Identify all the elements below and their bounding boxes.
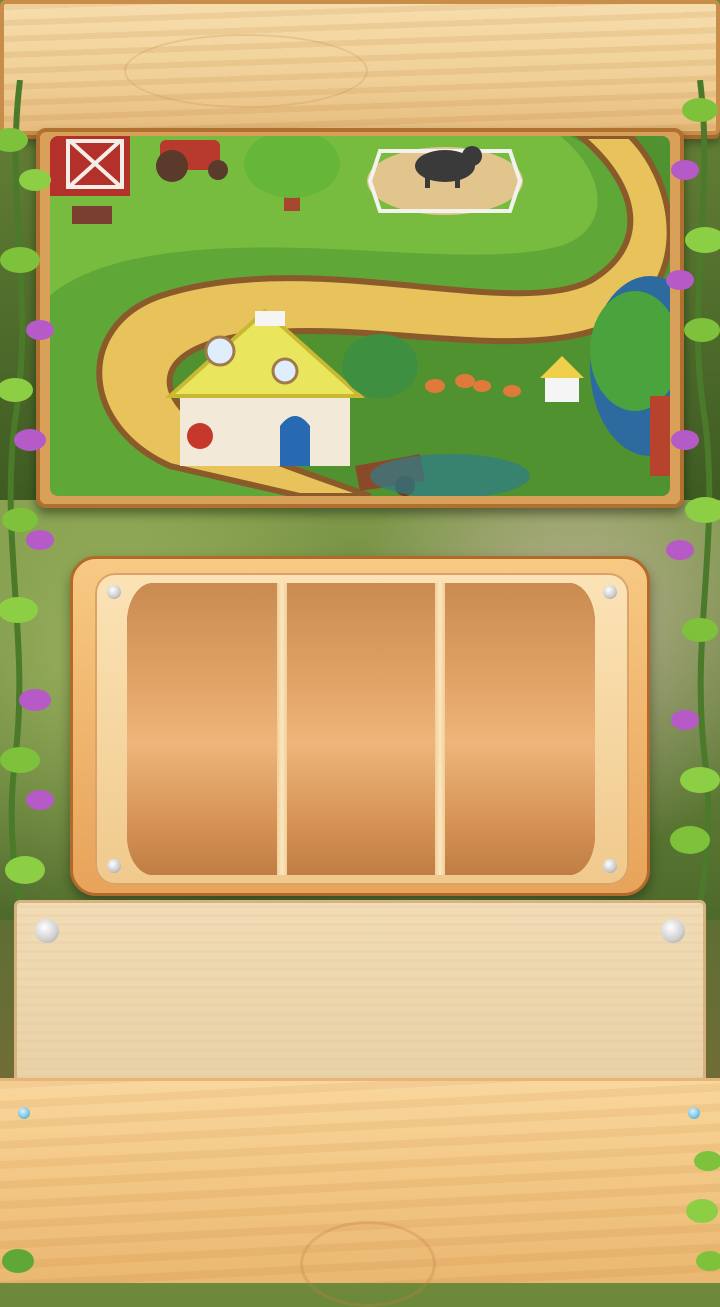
top-wood-plank <box>0 0 720 135</box>
reel-divider <box>277 583 287 875</box>
reel-divider <box>435 583 445 875</box>
left-flower-vine-icon <box>0 80 54 930</box>
bolt-icon <box>107 859 121 873</box>
reel-1[interactable] <box>127 583 277 875</box>
bolt-icon <box>107 585 121 599</box>
barn-icon <box>50 136 130 196</box>
vine-leaf-icon <box>686 1151 720 1271</box>
bolt-icon <box>18 1107 30 1119</box>
slot-machine <box>70 556 650 896</box>
vine-leaf-icon <box>2 1249 34 1273</box>
reel-3[interactable] <box>445 583 595 875</box>
right-flower-vine-icon <box>666 80 720 930</box>
reel-2[interactable] <box>287 583 435 875</box>
wood-grain <box>124 34 368 108</box>
bolt-icon <box>603 585 617 599</box>
bolt-icon <box>35 919 59 943</box>
bottom-wood-plank <box>0 1078 720 1307</box>
bolt-icon <box>661 919 685 943</box>
farm-map[interactable] <box>50 136 670 496</box>
wood-knot <box>300 1221 436 1307</box>
bolt-icon <box>603 859 617 873</box>
slot-frame <box>95 573 629 885</box>
info-panel <box>14 900 706 1100</box>
bolt-icon <box>688 1107 700 1119</box>
farm-map-frame <box>36 128 684 508</box>
farm-map-illustration <box>50 136 670 496</box>
slot-window <box>127 583 595 875</box>
trough <box>72 206 112 224</box>
